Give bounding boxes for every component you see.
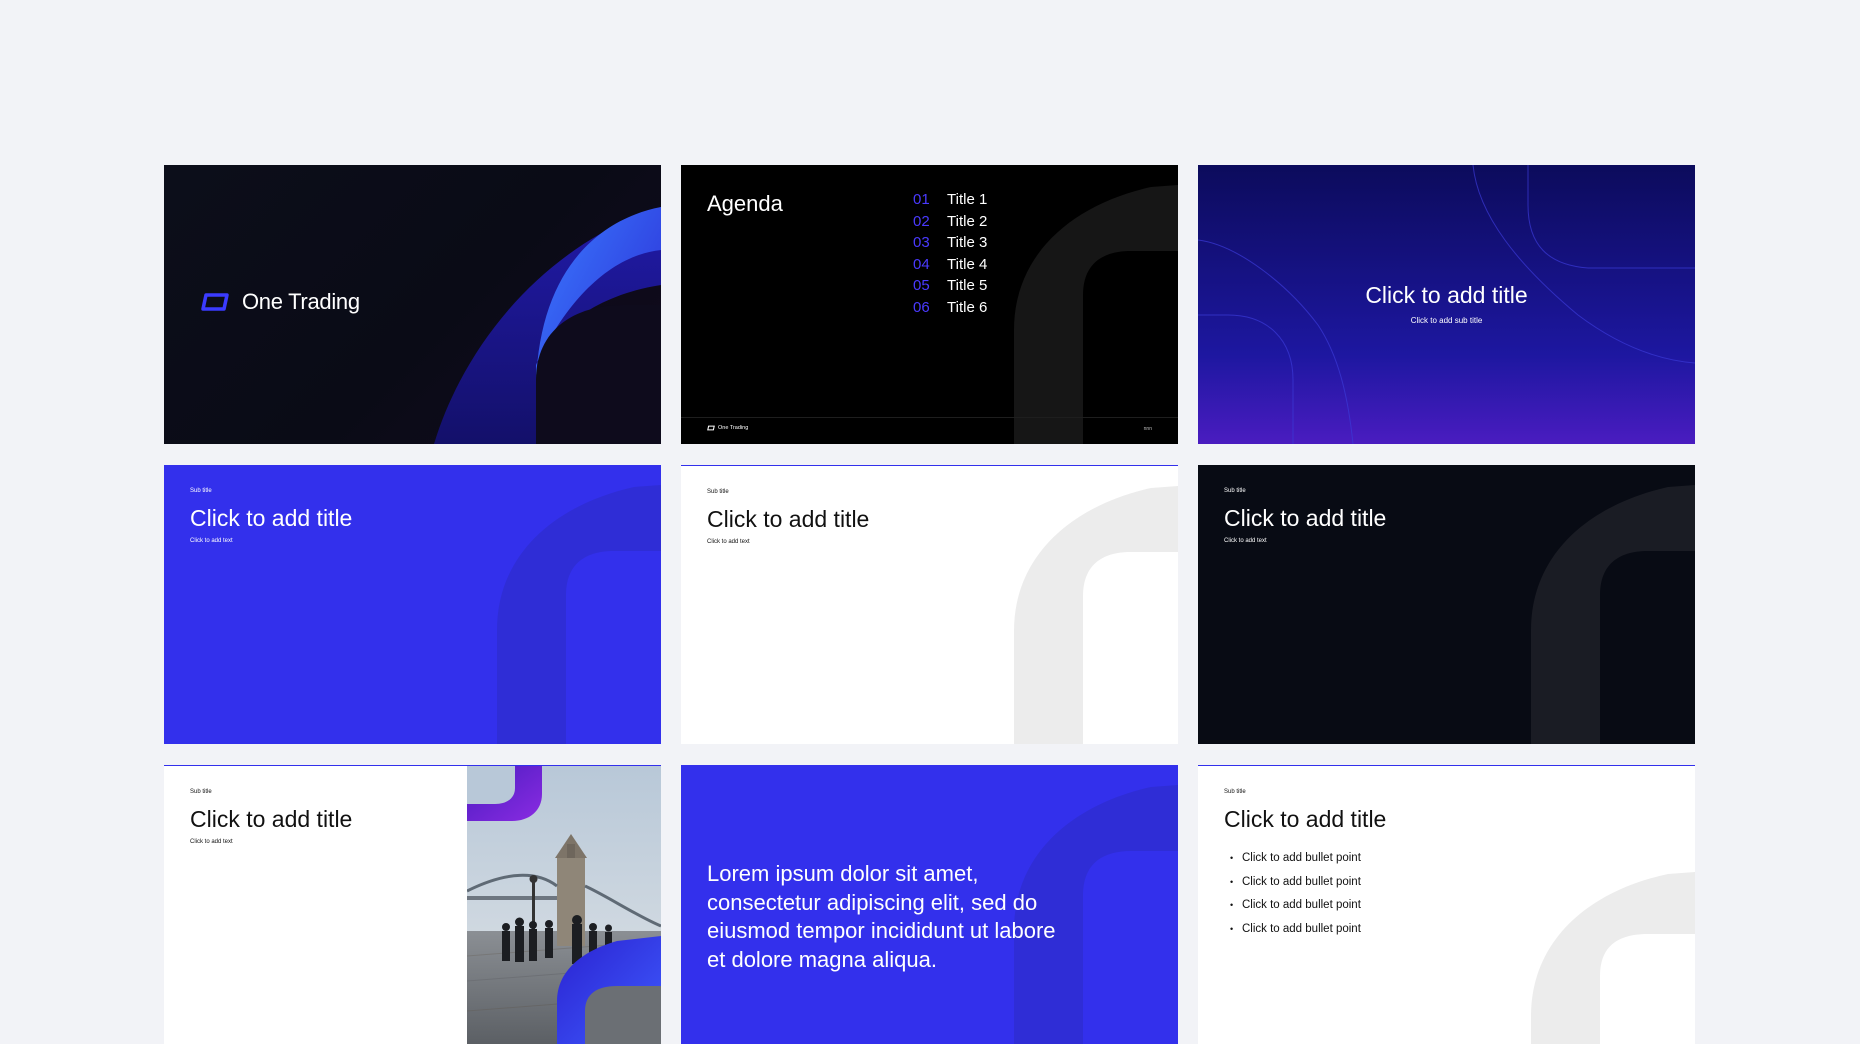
bullet-text: Click to add bullet point (1242, 922, 1361, 935)
brand-name: One Trading (242, 289, 360, 314)
tower-bridge-photo (467, 766, 661, 1044)
agenda-label: Title 5 (947, 277, 988, 295)
one-trading-logo-icon (201, 293, 229, 311)
slide-subtitle: Sub title (190, 488, 212, 494)
agenda-number: 01 (913, 191, 930, 209)
agenda-number: 06 (913, 298, 930, 316)
agenda-number: 03 (913, 234, 930, 252)
agenda-number: 04 (913, 255, 930, 273)
slide-body-text: Click to add text (190, 538, 233, 544)
slide-subtitle: Sub title (1224, 789, 1246, 795)
slide-bullets-thumbnail[interactable]: Sub title Click to add title • Click to a… (1198, 765, 1695, 1044)
slide-title-blue-thumbnail[interactable]: Sub title Click to add title Click to ad… (164, 465, 661, 744)
agenda-label: Title 2 (947, 212, 988, 230)
quote-text: Lorem ipsum dolor sit amet, consectetur … (707, 861, 1056, 972)
agenda-number: 05 (913, 277, 930, 295)
slide-section-thumbnail[interactable]: Click to add title Click to add sub titl… (1198, 165, 1695, 444)
slide-title: Click to add title (707, 506, 870, 532)
agenda-title: Agenda (707, 191, 783, 216)
agenda-label: Title 6 (947, 298, 988, 316)
page-number: nnn (1143, 426, 1152, 432)
slide-footer: One Trading nnn (681, 417, 1178, 444)
slide-title: Click to add title (1365, 282, 1528, 308)
agenda-item: 04 Title 4 (913, 254, 987, 276)
one-trading-logo-icon (707, 425, 715, 431)
brand-logo: One Trading (200, 289, 360, 315)
agenda-list: 01 Title 1 02 Title 2 03 Title 3 04 Title 4 … (913, 189, 987, 318)
bullet-item: • Click to add bullet point (1230, 875, 1361, 888)
slide-title-dark-thumbnail[interactable]: Sub title Click to add title Click to ad… (1198, 465, 1695, 744)
slide-subtitle: Sub title (190, 789, 212, 795)
slide-subtitle: Click to add sub title (1410, 316, 1483, 325)
footer-logo: One Trading (707, 425, 748, 431)
bullet-text: Click to add bullet point (1242, 875, 1361, 888)
bullet-item: • Click to add bullet point (1230, 922, 1361, 935)
slide-title-image-thumbnail[interactable]: Sub title Click to add title Click to ad… (164, 765, 661, 1044)
slide-title: Click to add title (1224, 806, 1387, 832)
slide-subtitle: Sub title (1224, 488, 1246, 494)
agenda-item: 02 Title 2 (913, 211, 987, 233)
slide-quote-thumbnail[interactable]: Lorem ipsum dolor sit amet, consectetur … (681, 765, 1178, 1044)
agenda-item: 01 Title 1 (913, 189, 987, 211)
slide-title-white-thumbnail[interactable]: Sub title Click to add title Click to ad… (681, 465, 1178, 744)
slide-title: Click to add title (190, 505, 353, 531)
slide-body-text: Click to add text (1224, 538, 1267, 544)
agenda-label: Title 1 (947, 191, 988, 209)
bullet-text: Click to add bullet point (1242, 851, 1361, 864)
agenda-item: 06 Title 6 (913, 297, 987, 319)
bullet-item: • Click to add bullet point (1230, 851, 1361, 864)
agenda-label: Title 4 (947, 255, 988, 273)
bullet-item: • Click to add bullet point (1230, 899, 1361, 912)
slide-body-text: Click to add text (190, 839, 233, 845)
template-gallery: One Trading Agenda 01 Title 1 02 Title 2 0… (0, 0, 1860, 1044)
slide-body-text: Click to add text (707, 539, 750, 545)
agenda-item: 05 Title 5 (913, 275, 987, 297)
slide-title: Click to add title (190, 806, 353, 832)
slide-agenda-thumbnail[interactable]: Agenda 01 Title 1 02 Title 2 03 Title 3 04 T… (681, 165, 1178, 444)
bullet-text: Click to add bullet point (1242, 899, 1361, 912)
agenda-number: 02 (913, 212, 930, 230)
agenda-item: 03 Title 3 (913, 232, 987, 254)
slide-title: Click to add title (1224, 505, 1387, 531)
agenda-label: Title 3 (947, 234, 988, 252)
footer-logo-text: One Trading (718, 425, 749, 431)
bullet-list: • Click to add bullet point • Click to add… (1224, 846, 1361, 941)
slide-cover-thumbnail[interactable]: One Trading (164, 165, 661, 444)
slide-subtitle: Sub title (707, 489, 729, 495)
